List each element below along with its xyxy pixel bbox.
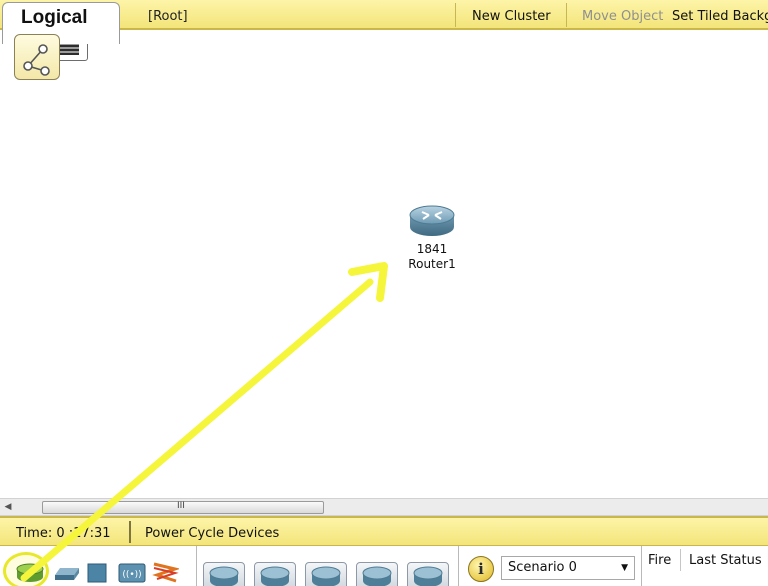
device-panel: ((•)) i Scenario 0 ▼ Fire Last Status (0, 546, 768, 586)
logical-workspace[interactable] (0, 34, 768, 498)
scenario-select[interactable]: Scenario 0 ▼ (501, 556, 635, 580)
column-divider (680, 549, 681, 571)
device-thumbnail-router[interactable] (356, 562, 398, 586)
device-name-label: Router1 (408, 257, 456, 271)
breadcrumb: [Root] (148, 9, 188, 24)
router-icon (409, 205, 455, 236)
router1-device[interactable]: 1841 Router1 (400, 202, 464, 272)
column-header-fire[interactable]: Fire (648, 553, 671, 568)
pdu-list-table: Fire Last Status (641, 546, 768, 586)
device-thumbnail-router[interactable] (407, 562, 449, 586)
hubs-icon[interactable] (87, 563, 107, 583)
horizontal-scrollbar[interactable]: ◀ III (0, 498, 768, 516)
panel-divider (458, 546, 459, 586)
router-icon (209, 566, 239, 586)
move-object-button[interactable]: Move Object (582, 9, 663, 24)
top-toolbar: Logical [Root] New Cluster Move Object S… (0, 0, 768, 44)
scrollbar-grip: III (177, 501, 185, 511)
device-model-label: 1841 (416, 242, 448, 256)
router-icon (362, 566, 392, 586)
scenario-value: Scenario 0 (508, 560, 577, 575)
status-bar: Time: 0 :17:31 Power Cycle Devices (0, 516, 768, 546)
navigation-topology-icon[interactable] (14, 34, 60, 80)
set-tiled-background-button[interactable]: Set Tiled Backg (672, 9, 768, 24)
device-thumbnail-router[interactable] (305, 562, 347, 586)
connections-icon[interactable] (151, 560, 179, 586)
new-cluster-button[interactable]: New Cluster (472, 9, 551, 24)
router-icon (311, 566, 341, 586)
device-thumbnail-router[interactable] (254, 562, 296, 586)
wireless-devices-icon[interactable]: ((•)) (118, 563, 146, 583)
time-display: Time: 0 :17:31 (16, 526, 111, 541)
toolbar-divider (455, 3, 456, 27)
logical-tab-label: Logical (21, 7, 88, 28)
panel-divider (196, 546, 197, 586)
router-icon (260, 566, 290, 586)
routers-icon[interactable] (15, 562, 45, 584)
switches-icon[interactable] (54, 566, 80, 582)
dropdown-arrow-icon: ▼ (621, 563, 628, 573)
info-icon[interactable]: i (468, 556, 494, 582)
scrollbar-thumb[interactable]: III (42, 501, 324, 514)
status-divider (129, 521, 131, 543)
device-thumbnail-router[interactable] (203, 562, 245, 586)
scroll-left-arrow-icon[interactable]: ◀ (2, 501, 14, 513)
power-cycle-devices-button[interactable]: Power Cycle Devices (145, 526, 279, 541)
router-icon (413, 566, 443, 586)
toolbar-divider (566, 3, 567, 27)
column-header-last-status[interactable]: Last Status (689, 553, 762, 568)
svg-text:((•)): ((•)) (122, 570, 141, 580)
topology-glyph (23, 44, 50, 76)
